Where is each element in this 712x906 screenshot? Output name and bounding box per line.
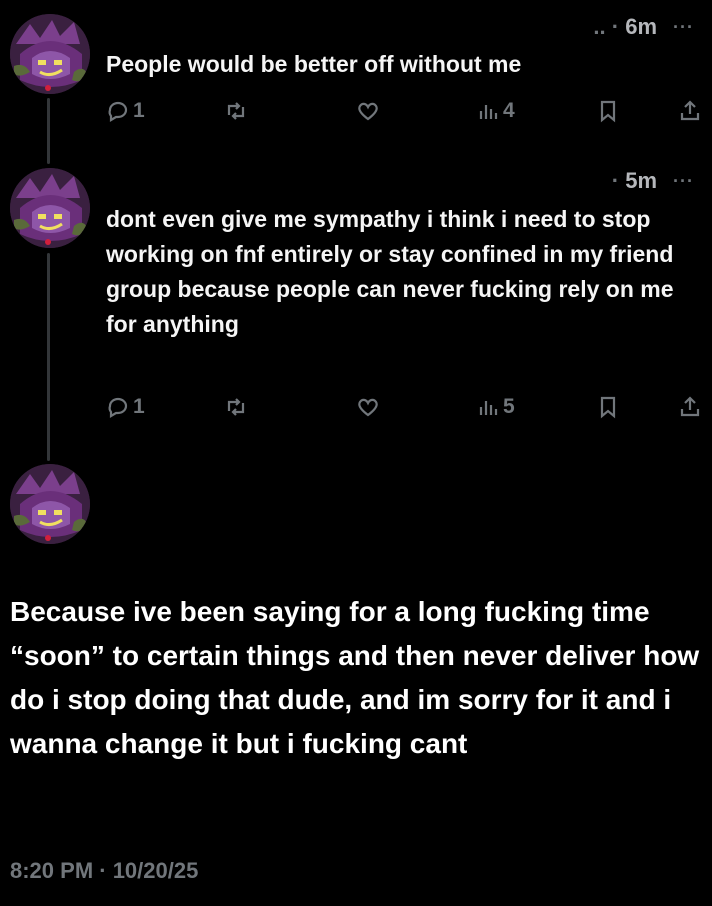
bookmark-button[interactable] (596, 96, 620, 126)
retweet-icon (227, 398, 245, 416)
views-icon (479, 105, 498, 119)
retweet-button[interactable] (224, 392, 248, 422)
avatar[interactable] (10, 14, 90, 94)
tweet-text: dont even give me sympathy i think i nee… (106, 206, 680, 337)
reply-button[interactable]: 1 (106, 392, 145, 422)
share-button[interactable] (678, 96, 702, 126)
thread-line (47, 98, 50, 164)
tweet-actions: 1 5 (106, 392, 704, 422)
bookmark-icon (600, 396, 616, 419)
tweet-meta: · 5m ··· (612, 168, 694, 194)
time-separator: .. · 6m (593, 14, 658, 39)
share-button[interactable] (678, 392, 702, 422)
reply-button[interactable]: 1 (106, 96, 145, 126)
retweet-icon (227, 102, 245, 120)
heart-icon (358, 102, 378, 121)
views-icon (479, 401, 498, 415)
avatar-image (10, 168, 90, 248)
tweet-text: People would be better off without me (106, 51, 522, 77)
bookmark-icon (600, 100, 616, 123)
more-options-icon[interactable]: ··· (673, 17, 694, 38)
more-options-icon[interactable]: ··· (673, 171, 694, 192)
time-separator: · 5m (611, 168, 658, 193)
views-count: 4 (503, 99, 515, 122)
reply-count: 1 (133, 395, 145, 418)
tweet-meta: .. · 6m ··· (593, 14, 694, 40)
views-button[interactable]: 4 (476, 96, 515, 126)
bookmark-button[interactable] (596, 392, 620, 422)
avatar[interactable] (10, 168, 90, 248)
post-timestamp[interactable]: 8:20 PM · 10/20/25 (10, 858, 198, 884)
views-button[interactable]: 5 (476, 392, 515, 422)
share-icon (680, 100, 700, 121)
like-button[interactable] (356, 392, 380, 422)
tweet-time[interactable]: 6m (625, 14, 657, 39)
retweet-button[interactable] (224, 96, 248, 126)
avatar-image (10, 14, 90, 94)
like-button[interactable] (356, 96, 380, 126)
avatar[interactable] (10, 464, 90, 544)
heart-icon (358, 398, 378, 417)
reply-count: 1 (133, 99, 145, 122)
reply-icon (108, 397, 128, 418)
tweet-time[interactable]: 5m (625, 168, 657, 193)
tweet-actions: 1 4 (106, 96, 704, 126)
thread-line (47, 253, 50, 461)
main-post-text: Because ive been saying for a long fucki… (10, 596, 700, 759)
avatar-image (10, 464, 90, 544)
reply-icon (108, 101, 128, 122)
views-count: 5 (503, 395, 515, 418)
share-icon (680, 396, 700, 417)
